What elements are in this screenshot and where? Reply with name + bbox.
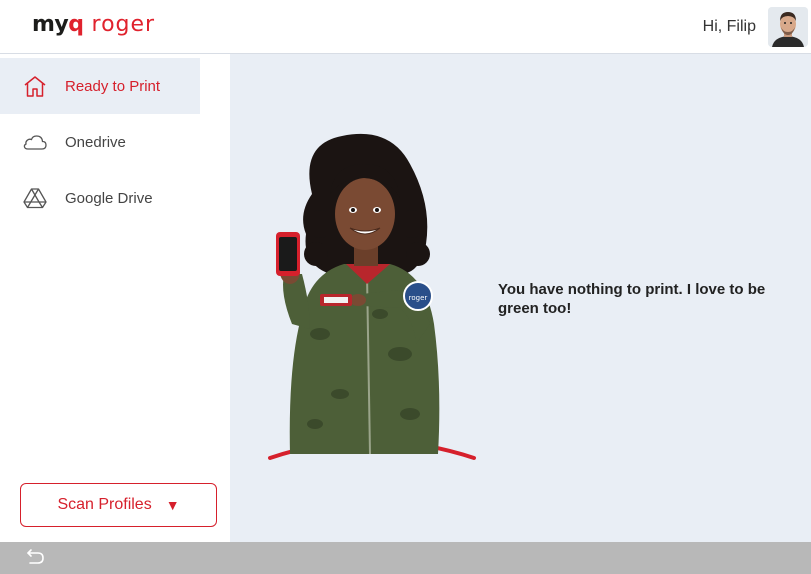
user-greeting: Hi, Filip: [702, 18, 756, 35]
logo-roger: roger: [91, 12, 156, 37]
sidebar-item-onedrive[interactable]: Onedrive: [0, 114, 230, 170]
empty-state-message: You have nothing to print. I love to be …: [498, 281, 766, 317]
sidebar-item-ready-to-print[interactable]: Ready to Print: [0, 58, 200, 114]
scan-profiles-button[interactable]: Scan Profiles ▼: [20, 483, 217, 527]
main-content: roger You have nothing to print. I love …: [230, 54, 811, 542]
user-avatar[interactable]: [768, 7, 808, 47]
home-icon: [22, 73, 48, 99]
scan-profiles-label: Scan Profiles: [57, 496, 152, 513]
character-illustration: roger: [250, 124, 480, 464]
svg-text:roger: roger: [409, 294, 428, 302]
back-arrow-icon[interactable]: [22, 547, 48, 569]
caret-down-icon: ▼: [165, 497, 180, 513]
myq-roger-logo: myq roger: [32, 12, 155, 40]
sidebar-item-label: Ready to Print: [65, 77, 161, 95]
google-drive-icon: [22, 185, 48, 211]
sidebar-item-label: Onedrive: [65, 133, 126, 151]
cloud-icon: [22, 129, 48, 155]
sidebar-item-google-drive[interactable]: Google Drive: [0, 170, 230, 226]
sidebar-item-label: Google Drive: [65, 189, 153, 207]
bottom-bar: [0, 542, 811, 574]
sidebar: Ready to Print Onedrive Google Drive Sca…: [0, 54, 230, 542]
logo-myq: myq: [32, 12, 84, 37]
top-header: myq roger Hi, Filip: [0, 0, 811, 54]
